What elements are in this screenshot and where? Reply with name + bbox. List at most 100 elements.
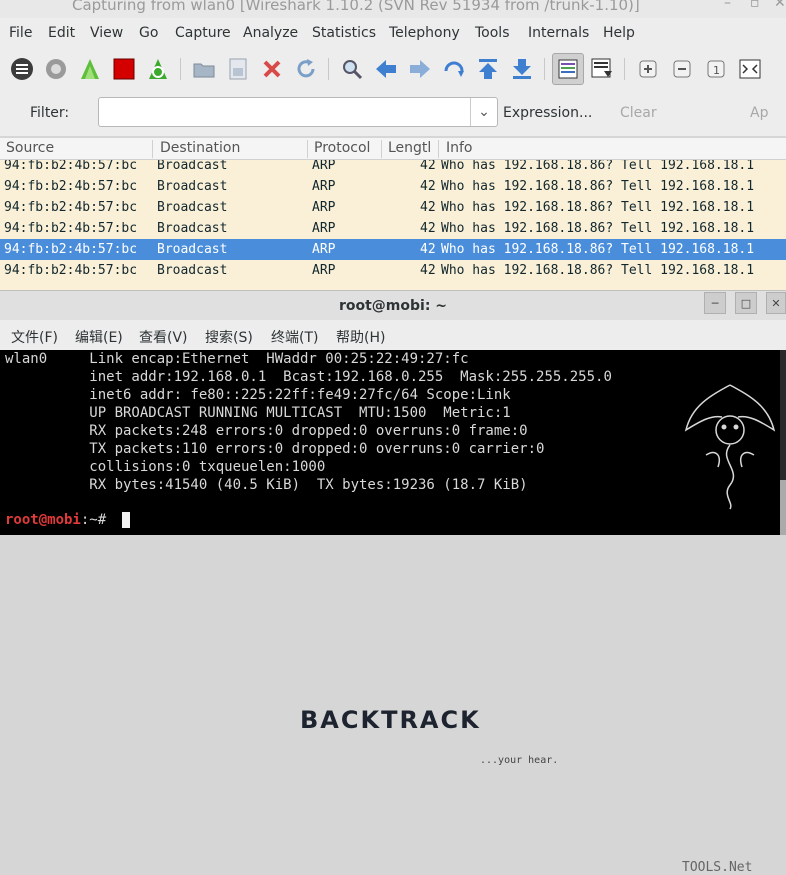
zoom-in-icon[interactable]: [636, 57, 660, 81]
terminal-line: collisions:0 txqueuelen:1000: [5, 459, 326, 475]
menu-statistics[interactable]: Statistics: [312, 25, 376, 41]
terminal-menu-help[interactable]: 帮助(H): [336, 327, 385, 347]
packet-length: 42: [420, 160, 436, 173]
toolbar-separator: [624, 58, 625, 80]
interface-list-icon[interactable]: [10, 57, 34, 81]
column-divider[interactable]: [438, 140, 439, 158]
menu-help[interactable]: Help: [603, 25, 635, 41]
go-last-icon[interactable]: [510, 57, 534, 81]
toolbar-separator: [180, 58, 181, 80]
terminal-line: RX bytes:41540 (40.5 KiB) TX bytes:19236…: [5, 477, 528, 493]
column-divider[interactable]: [307, 140, 308, 158]
find-packet-icon[interactable]: [340, 57, 364, 81]
terminal-line: inet6 addr: fe80::225:22ff:fe49:27fc/64 …: [5, 387, 511, 403]
toolbar-separator: [328, 58, 329, 80]
packet-source: 94:fb:b2:4b:57:bc: [4, 221, 138, 236]
column-divider[interactable]: [381, 140, 382, 158]
terminal-output[interactable]: BACKTRACK ...your hear. wlan0 Link encap…: [0, 350, 780, 875]
terminal-menu-search[interactable]: 搜索(S): [205, 327, 253, 347]
auto-scroll-icon[interactable]: [590, 57, 614, 81]
packet-row[interactable]: 94:fb:b2:4b:57:bc Broadcast ARP 42 Who h…: [0, 160, 786, 176]
packet-source: 94:fb:b2:4b:57:bc: [4, 263, 138, 278]
go-to-packet-icon[interactable]: [442, 57, 466, 81]
backtrack-watermark: BACKTRACK: [300, 706, 481, 734]
terminal-line: TX packets:110 errors:0 dropped:0 overru…: [5, 441, 545, 457]
chevron-down-icon[interactable]: ⌄: [470, 98, 497, 126]
restart-capture-icon[interactable]: [146, 57, 170, 81]
terminal-close-icon[interactable]: ✕: [766, 292, 786, 314]
column-source[interactable]: Source: [6, 140, 54, 156]
terminal-menubar: 文件(F) 编辑(E) 查看(V) 搜索(S) 终端(T) 帮助(H): [0, 320, 786, 350]
packet-info: Who has 192.168.18.86? Tell 192.168.18.1: [441, 263, 755, 278]
packet-source: 94:fb:b2:4b:57:bc: [4, 160, 138, 173]
go-first-icon[interactable]: [476, 57, 500, 81]
resize-columns-icon[interactable]: [738, 57, 762, 81]
terminal-menu-edit[interactable]: 编辑(E): [75, 327, 123, 347]
toolbar-separator: [544, 58, 545, 80]
terminal-line: RX packets:248 errors:0 dropped:0 overru…: [5, 423, 528, 439]
colorize-icon[interactable]: [552, 53, 584, 85]
packet-protocol: ARP: [312, 242, 336, 257]
menu-tools[interactable]: Tools: [475, 25, 510, 41]
packet-row[interactable]: 94:fb:b2:4b:57:bc Broadcast ARP 42 Who h…: [0, 197, 786, 218]
packet-length: 42: [420, 200, 436, 215]
go-back-icon[interactable]: [374, 57, 398, 81]
terminal-maximize-icon[interactable]: □: [735, 292, 757, 314]
packet-row[interactable]: 94:fb:b2:4b:57:bc Broadcast ARP 42 Who h…: [0, 218, 786, 239]
menu-file[interactable]: File: [9, 25, 32, 41]
main-toolbar: 1: [0, 48, 786, 90]
menu-capture[interactable]: Capture: [175, 25, 231, 41]
open-file-icon[interactable]: [192, 57, 216, 81]
reload-icon[interactable]: [294, 57, 318, 81]
terminal-titlebar: root@mobi: ~: [0, 290, 786, 320]
display-filter-input[interactable]: [98, 97, 498, 127]
menu-analyze[interactable]: Analyze: [243, 25, 298, 41]
menu-edit[interactable]: Edit: [48, 25, 75, 41]
packet-destination: Broadcast: [157, 179, 228, 194]
apply-button[interactable]: Ap: [750, 105, 768, 121]
close-file-icon[interactable]: [260, 57, 284, 81]
packet-destination: Broadcast: [157, 200, 228, 215]
column-info[interactable]: Info: [446, 140, 473, 156]
terminal-menu-view[interactable]: 查看(V): [139, 327, 188, 347]
packet-row[interactable]: 94:fb:b2:4b:57:bc Broadcast ARP 42 Who h…: [0, 260, 786, 281]
capture-options-icon[interactable]: [44, 57, 68, 81]
expression-button[interactable]: Expression...: [503, 105, 592, 121]
terminal-minimize-icon[interactable]: ─: [704, 292, 726, 314]
save-file-icon[interactable]: [226, 57, 250, 81]
terminal-scrollbar-thumb[interactable]: [780, 480, 786, 535]
packet-row[interactable]: 94:fb:b2:4b:57:bc Broadcast ARP 42 Who h…: [0, 176, 786, 197]
stop-capture-icon[interactable]: [112, 57, 136, 81]
clear-button[interactable]: Clear: [620, 105, 657, 121]
terminal-line: inet addr:192.168.0.1 Bcast:192.168.0.25…: [5, 369, 612, 385]
packet-info: Who has 192.168.18.86? Tell 192.168.18.1: [441, 242, 755, 257]
menu-telephony[interactable]: Telephony: [389, 25, 460, 41]
close-icon[interactable]: ✕: [774, 0, 786, 11]
column-length[interactable]: Lengtl: [388, 140, 431, 156]
start-capture-icon[interactable]: [78, 57, 102, 81]
normal-size-icon[interactable]: 1: [704, 57, 728, 81]
menu-go[interactable]: Go: [139, 25, 158, 41]
packet-protocol: ARP: [312, 160, 336, 173]
packet-info: Who has 192.168.18.86? Tell 192.168.18.1: [441, 200, 755, 215]
packet-protocol: ARP: [312, 221, 336, 236]
maximize-icon[interactable]: ▫: [750, 0, 760, 11]
terminal-cursor: [122, 512, 130, 528]
packet-protocol: ARP: [312, 179, 336, 194]
packet-source: 94:fb:b2:4b:57:bc: [4, 179, 138, 194]
column-destination[interactable]: Destination: [160, 140, 240, 156]
menu-view[interactable]: View: [90, 25, 123, 41]
packet-row-selected[interactable]: 94:fb:b2:4b:57:bc Broadcast ARP 42 Who h…: [0, 239, 786, 260]
terminal-menu-terminal[interactable]: 终端(T): [271, 327, 318, 347]
packet-list: 94:fb:b2:4b:57:bc Broadcast ARP 42 Who h…: [0, 160, 786, 290]
column-divider[interactable]: [152, 140, 153, 158]
svg-text:1: 1: [713, 64, 720, 77]
go-forward-icon[interactable]: [408, 57, 432, 81]
terminal-menu-file[interactable]: 文件(F): [11, 327, 58, 347]
menu-internals[interactable]: Internals: [528, 25, 589, 41]
minimize-icon[interactable]: –: [724, 0, 731, 11]
packet-source: 94:fb:b2:4b:57:bc: [4, 242, 138, 257]
column-protocol[interactable]: Protocol: [314, 140, 370, 156]
zoom-out-icon[interactable]: [670, 57, 694, 81]
prompt-user: root@mobi: [5, 512, 81, 528]
